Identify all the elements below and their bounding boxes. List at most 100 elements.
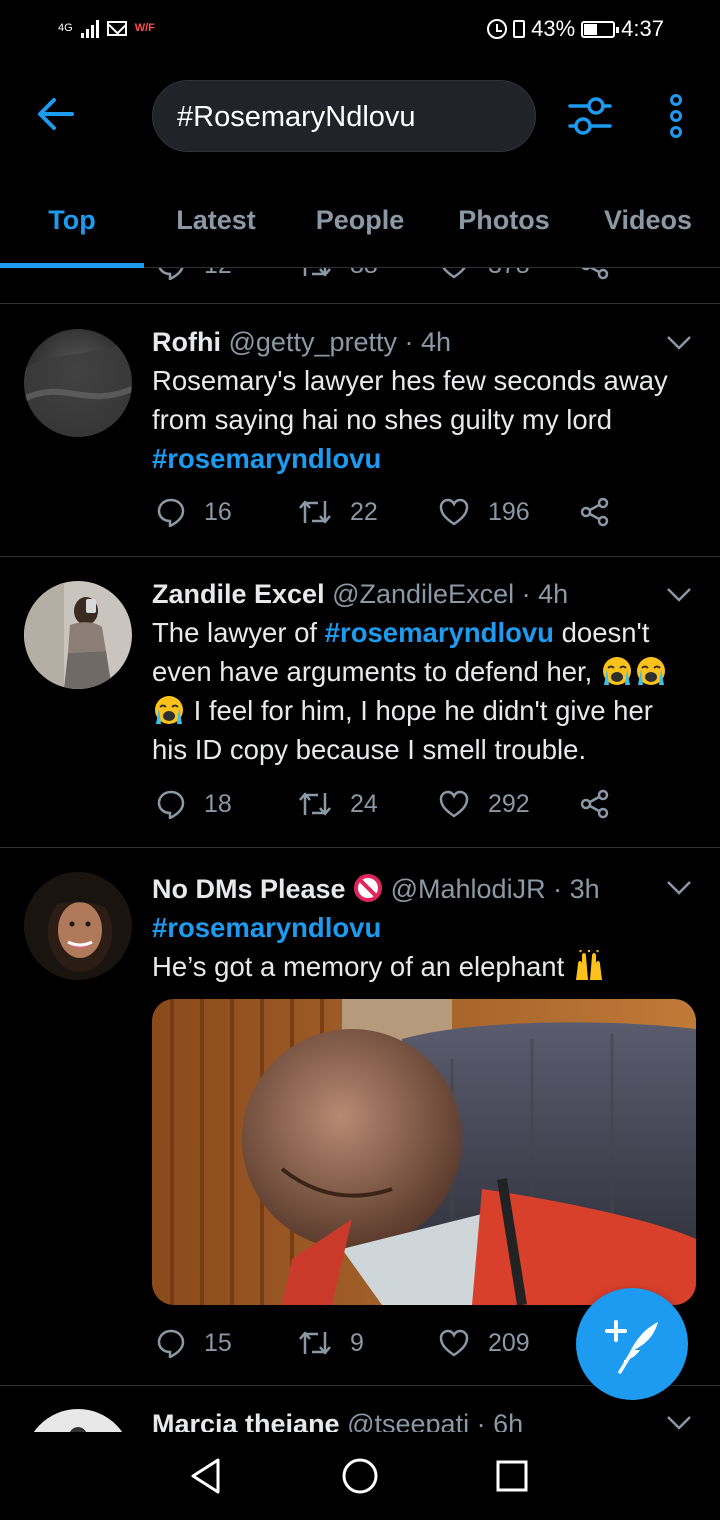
avatar[interactable] (24, 1409, 132, 1432)
network-type: 4G (58, 21, 73, 34)
tweet-header: Marcia theiane @tseepati · 6h (152, 1405, 688, 1432)
battery-percent: 43% (531, 16, 576, 41)
like-button[interactable]: 292 (438, 789, 530, 819)
reply-icon (157, 1329, 185, 1358)
tab-videos[interactable]: Videos (576, 190, 720, 267)
hashtag-link[interactable]: #rosemaryndlovu (325, 617, 554, 648)
share-icon[interactable] (580, 789, 610, 819)
chevron-down-icon[interactable] (666, 1415, 692, 1431)
retweet-icon (303, 268, 331, 277)
nav-back-icon[interactable] (188, 1456, 224, 1496)
retweet-count: 88 (350, 268, 378, 280)
like-count: 196 (488, 497, 530, 526)
tweet[interactable]: Zandile Excel @ZandileExcel · 4h The law… (0, 557, 720, 848)
chevron-down-icon[interactable] (666, 335, 692, 351)
reply-button[interactable]: 15 (156, 1328, 232, 1358)
compose-tweet-button[interactable] (576, 1288, 688, 1400)
like-button[interactable]: 209 (438, 1328, 530, 1358)
search-input[interactable] (177, 97, 517, 137)
raising-hands-emoji-icon (575, 950, 602, 980)
tweet-text-segment: Rosemary's lawyer hes few seconds away f… (152, 365, 668, 435)
reply-count: 16 (204, 497, 232, 526)
tweet-text: Rosemary's lawyer hes few seconds away f… (152, 361, 688, 478)
compose-feather-icon (605, 1320, 658, 1374)
like-button[interactable]: 378 (438, 268, 530, 280)
author-handle[interactable]: @MahlodiJR (391, 874, 546, 904)
retweet-button[interactable]: 88 (298, 268, 378, 280)
avatar-image (24, 329, 132, 437)
retweet-icon (299, 500, 331, 524)
heart-icon (439, 790, 469, 818)
chevron-down-icon[interactable] (666, 880, 692, 896)
tweet-actions: 16 22 196 (152, 497, 672, 537)
back-arrow-icon[interactable] (36, 94, 76, 134)
tweet-time: 4h (421, 327, 452, 357)
nav-recents-icon[interactable] (494, 1456, 530, 1496)
tab-top[interactable]: Top (0, 190, 144, 268)
chevron-down-icon[interactable] (666, 587, 692, 603)
nav-home-icon[interactable] (340, 1456, 380, 1496)
reply-count: 12 (204, 268, 232, 280)
search-bar[interactable] (152, 80, 536, 152)
like-button[interactable]: 196 (438, 497, 530, 527)
clock: 4:37 (621, 16, 664, 41)
tweet-text: The lawyer of #rosemaryndlovu doesn't ev… (152, 613, 688, 769)
alarm-icon (487, 19, 508, 39)
author-name[interactable]: No DMs Please (152, 874, 346, 904)
reply-button[interactable]: 16 (156, 497, 232, 527)
search-filter-icon[interactable] (566, 94, 614, 138)
carrier-tag: W/F (134, 22, 155, 34)
heart-icon (439, 1329, 469, 1357)
retweet-button[interactable]: 22 (298, 497, 378, 527)
author-name[interactable]: Zandile Excel (152, 579, 325, 609)
reply-button[interactable]: 18 (156, 789, 232, 819)
author-handle[interactable]: @ZandileExcel (332, 579, 514, 609)
retweet-icon (299, 792, 331, 816)
like-count: 378 (488, 268, 530, 280)
reply-button[interactable]: 12 (156, 268, 232, 280)
author-handle[interactable]: @tseepati (347, 1409, 469, 1432)
tweet-text-segment: I feel for him, I hope he didn't give he… (152, 695, 653, 765)
hashtag-link[interactable]: #rosemaryndlovu (152, 908, 688, 947)
signal-icon (80, 18, 99, 38)
author-handle[interactable]: @getty_pretty (229, 327, 398, 357)
reply-count: 18 (204, 789, 232, 818)
retweet-count: 9 (350, 1328, 364, 1357)
previous-tweet-actions: 12 88 378 (0, 268, 720, 304)
tweet-media-image[interactable] (152, 999, 696, 1305)
tweet-header: No DMs Please @MahlodiJR · 3h (152, 874, 600, 904)
avatar[interactable] (24, 872, 132, 980)
author-name[interactable]: Rofhi (152, 327, 221, 357)
tweet-text-segment: He’s got a memory of an elephant (152, 951, 572, 982)
tweet-header: Rofhi @getty_pretty · 4h (152, 327, 452, 357)
tab-people[interactable]: People (288, 190, 432, 267)
retweet-button[interactable]: 24 (298, 789, 378, 819)
more-options-icon[interactable] (664, 94, 688, 138)
tweet-header: Zandile Excel @ZandileExcel · 4h (152, 579, 569, 609)
retweet-button[interactable]: 9 (298, 1328, 364, 1358)
prohibited-icon (354, 874, 383, 902)
battery-level (584, 23, 598, 35)
share-icon[interactable] (580, 497, 610, 527)
tweet[interactable]: Rofhi @getty_pretty · 4h Rosemary's lawy… (0, 305, 720, 557)
like-count: 209 (488, 1328, 530, 1357)
crying-face-emoji-icon (155, 696, 183, 724)
search-tabs: Top Latest People Photos Videos (0, 190, 720, 268)
photo (152, 999, 696, 1305)
heart-icon (439, 498, 469, 526)
avatar[interactable] (24, 581, 132, 689)
like-count: 292 (488, 789, 530, 818)
author-name[interactable]: Marcia theiane (152, 1409, 340, 1432)
reply-icon (158, 268, 184, 280)
search-header (0, 60, 720, 190)
vibrate-icon (513, 20, 526, 38)
heart-icon (442, 268, 466, 279)
avatar[interactable] (24, 329, 132, 437)
tab-photos[interactable]: Photos (432, 190, 576, 267)
tweet-time: 4h (538, 579, 569, 609)
system-navigation-bar (0, 1432, 720, 1520)
hashtag-link[interactable]: #rosemaryndlovu (152, 443, 381, 474)
status-bar: 4G W/F 43% 4:37 (0, 0, 720, 60)
tab-latest[interactable]: Latest (144, 190, 288, 267)
share-icon[interactable] (580, 268, 610, 280)
